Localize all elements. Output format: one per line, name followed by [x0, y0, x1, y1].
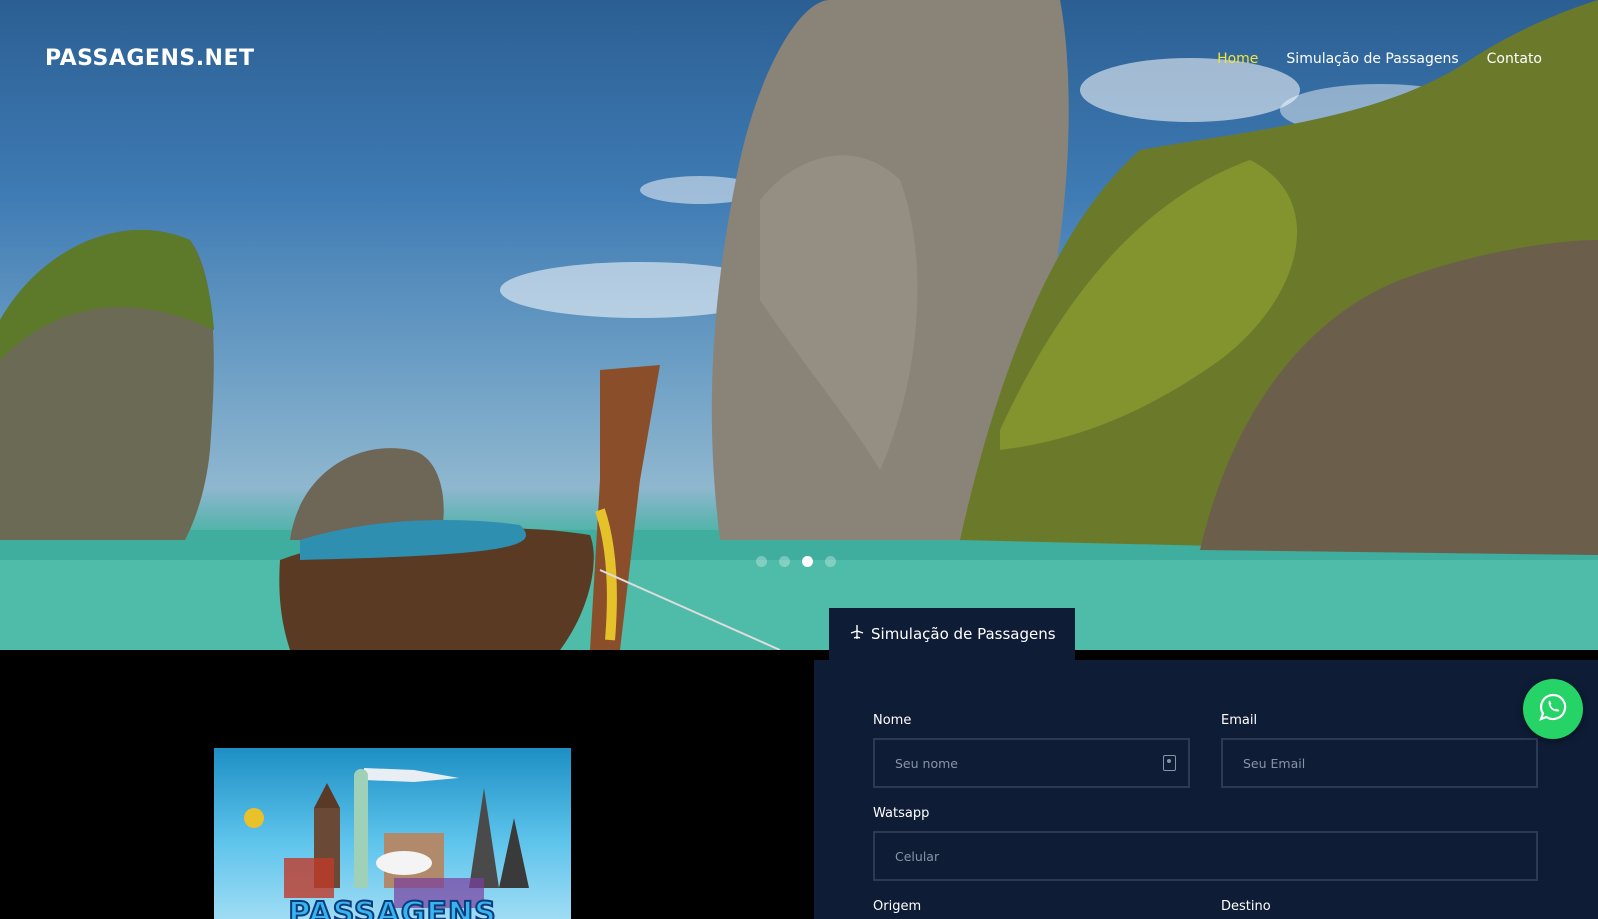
page: PASSAGENS.NET Home Simulação de Passagen… — [0, 0, 1598, 919]
whatsapp-input[interactable]: Celular — [873, 831, 1538, 881]
whatsapp-placeholder: Celular — [895, 848, 940, 864]
nav-simulacao[interactable]: Simulação de Passagens — [1286, 51, 1458, 67]
carousel-dot-2[interactable] — [779, 556, 790, 567]
origem-label: Origem — [873, 899, 922, 914]
main-nav: Home Simulação de Passagens Contato — [1217, 51, 1542, 67]
hero-carousel: PASSAGENS.NET Home Simulação de Passagen… — [0, 0, 1598, 650]
hero-image — [0, 0, 1598, 650]
nav-contato[interactable]: Contato — [1487, 51, 1542, 67]
contact-card-icon — [1163, 755, 1176, 771]
destino-label: Destino — [1221, 899, 1271, 914]
email-label: Email — [1221, 713, 1258, 728]
carousel-dot-3[interactable] — [802, 556, 813, 567]
promo-illustration — [244, 768, 529, 908]
nome-input[interactable]: Seu nome — [873, 738, 1190, 788]
email-placeholder: Seu Email — [1243, 755, 1306, 771]
whatsapp-button[interactable] — [1523, 679, 1583, 739]
whatsapp-icon — [1538, 692, 1568, 726]
form-tab-label: Simulação de Passagens — [871, 625, 1056, 643]
promo-word: PASSAGENS — [287, 895, 497, 919]
airplane-icon — [849, 624, 865, 644]
promo-image: PASSAGENS — [214, 748, 571, 919]
brand-logo[interactable]: PASSAGENS.NET — [45, 46, 255, 71]
whatsapp-label: Watsapp — [873, 806, 930, 821]
nome-label: Nome — [873, 713, 912, 728]
nome-placeholder: Seu nome — [895, 755, 958, 771]
nav-home[interactable]: Home — [1217, 51, 1258, 67]
email-input[interactable]: Seu Email — [1221, 738, 1538, 788]
form-tab[interactable]: Simulação de Passagens — [829, 608, 1075, 660]
carousel-indicators — [756, 556, 836, 567]
carousel-dot-1[interactable] — [756, 556, 767, 567]
carousel-dot-4[interactable] — [825, 556, 836, 567]
